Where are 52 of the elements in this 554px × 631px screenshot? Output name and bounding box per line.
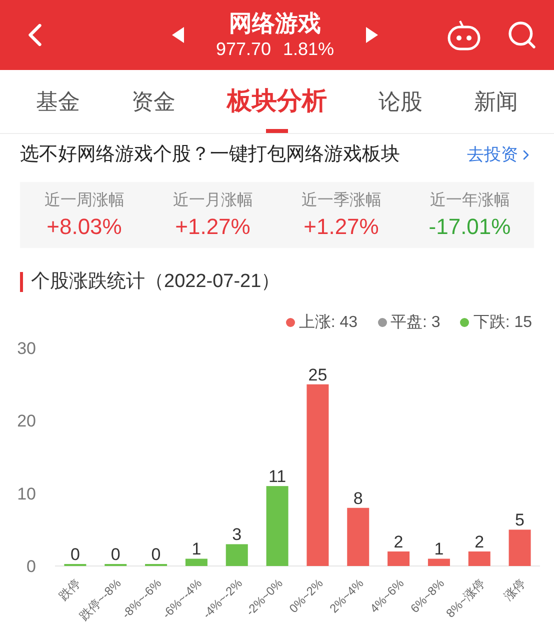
- stat-label: 近一季涨幅: [301, 190, 382, 211]
- legend-label: 平盘: 3: [390, 312, 440, 332]
- section-title: 个股涨跌统计（2022-07-21）: [31, 270, 280, 294]
- bar-value-label: 0: [151, 544, 161, 564]
- y-tick-label: 0: [26, 556, 36, 576]
- stat-value: +1.27%: [175, 213, 250, 241]
- stat-value: +8.03%: [46, 213, 122, 241]
- search-icon[interactable]: [506, 19, 538, 51]
- previous-arrow-icon[interactable]: [172, 27, 184, 43]
- y-tick-label: 30: [17, 338, 36, 358]
- bar: [508, 529, 531, 566]
- bar: [388, 550, 410, 566]
- index-price: 977.70: [216, 38, 271, 61]
- tab[interactable]: 板块分析: [227, 70, 327, 133]
- tab[interactable]: 论股: [378, 70, 422, 133]
- tab[interactable]: 新闻: [474, 70, 518, 133]
- bar: [347, 507, 370, 566]
- y-tick-label: 20: [17, 411, 36, 430]
- robot-icon[interactable]: [446, 18, 482, 52]
- bar: [226, 544, 248, 566]
- stat-label: 近一月涨幅: [172, 190, 253, 211]
- x-tick-label: 涨停: [501, 576, 528, 603]
- bar: [185, 558, 208, 566]
- y-tick-label: 10: [17, 484, 36, 503]
- stat-value: +1.27%: [304, 213, 379, 241]
- tab[interactable]: 资金: [132, 70, 176, 133]
- stat-label: 近一年涨幅: [430, 190, 510, 211]
- bar-value-label: 3: [232, 524, 242, 544]
- promo-text: 选不好网络游戏个股？一键打包网络游戏板块: [20, 142, 400, 167]
- x-tick-label: 跌停: [56, 576, 84, 603]
- bar-value-label: 2: [474, 532, 484, 551]
- invest-link[interactable]: 去投资: [467, 142, 534, 168]
- bar-value-label: 8: [353, 488, 363, 508]
- bar: [468, 550, 490, 566]
- bar-value-label: 11: [268, 466, 286, 486]
- bar-value-label: 2: [394, 532, 404, 551]
- tab[interactable]: 基金: [36, 70, 80, 133]
- next-arrow-icon[interactable]: [366, 27, 378, 43]
- legend-label: 上涨: 43: [298, 312, 358, 332]
- bar: [428, 558, 450, 566]
- stat-label: 近一周涨幅: [44, 190, 124, 211]
- stat-value: -17.01%: [428, 213, 511, 241]
- section-marker: [20, 272, 23, 292]
- bar-value-label: 1: [434, 539, 444, 558]
- legend-label: 下跌: 15: [473, 312, 532, 332]
- bar-value-label: 5: [515, 510, 525, 530]
- sector-title: 网络游戏: [228, 9, 321, 37]
- bar-value-label: 1: [192, 539, 202, 558]
- bar-value-label: 25: [308, 364, 328, 384]
- bar-value-label: 0: [70, 544, 80, 564]
- bar-value-label: 0: [110, 544, 120, 564]
- index-change: 1.81%: [283, 38, 334, 61]
